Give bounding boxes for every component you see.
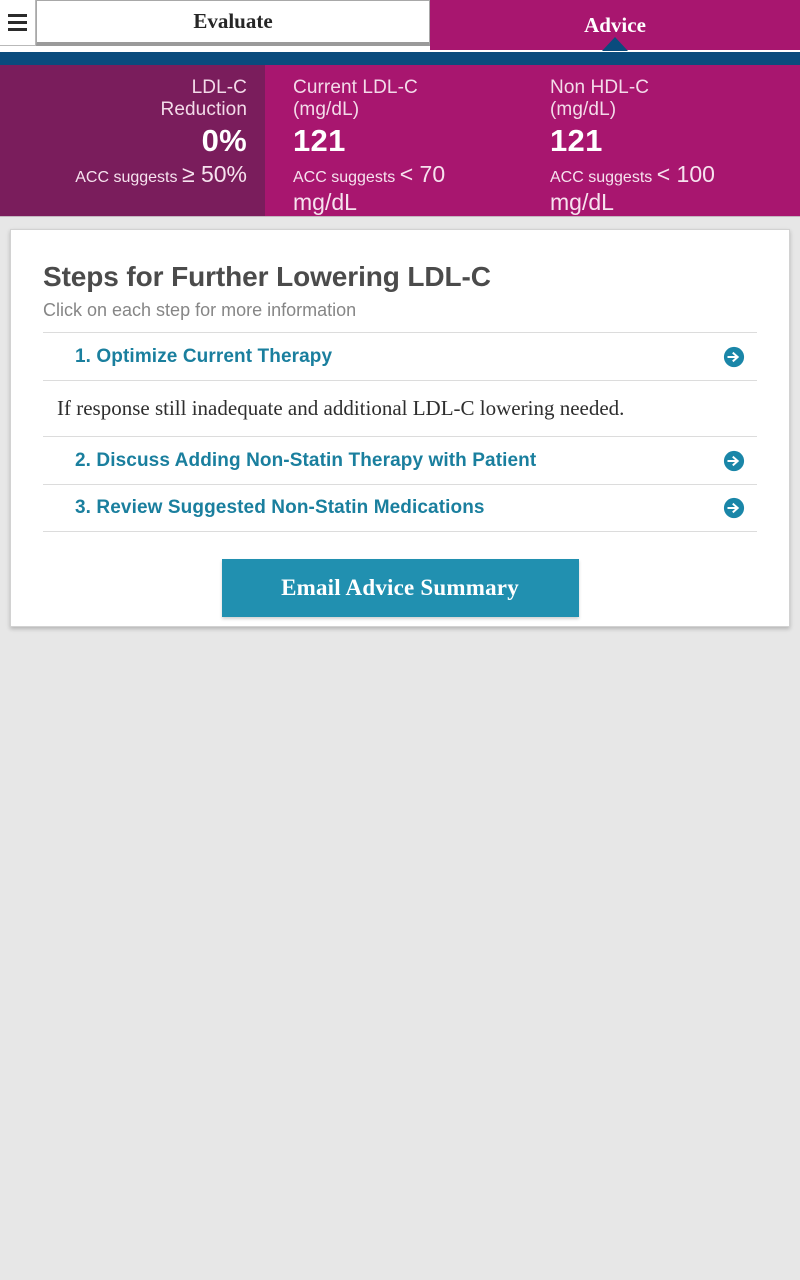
main-content: Steps for Further Lowering LDL-C Click o… xyxy=(0,217,800,627)
step-label: 3. Review Suggested Non-Statin Medicatio… xyxy=(75,497,485,518)
page-title: Steps for Further Lowering LDL-C xyxy=(43,261,491,292)
stat-recommendation-prefix: ACC suggests xyxy=(550,169,653,186)
stat-recommendation: ACC suggests < 100 mg/dL xyxy=(550,161,715,216)
stat-label-line2: (mg/dL) xyxy=(293,99,360,120)
tab-advice[interactable]: Advice xyxy=(430,0,800,51)
stat-label-line1: Non HDL-C xyxy=(550,77,650,98)
stat-recommendation-unit: mg/dL xyxy=(293,189,357,215)
step-label: 1. Optimize Current Therapy xyxy=(75,345,333,367)
step-note-text: If response still inadequate and additio… xyxy=(57,396,625,420)
page-subtitle: Click on each step for more information xyxy=(43,300,357,320)
stat-non-hdl-c: Non HDL-C (mg/dL) 121 ACC suggests < 100… xyxy=(532,65,800,216)
stat-label-line1: LDL-C xyxy=(191,77,247,98)
stat-recommendation: ACC suggests ≥ 50% xyxy=(75,162,247,190)
stats-bar: LDL-C Reduction 0% ACC suggests ≥ 50% Cu… xyxy=(0,65,800,217)
stat-recommendation-threshold: < 70 xyxy=(399,161,446,187)
arrow-circle-right-icon[interactable] xyxy=(723,450,745,472)
stat-recommendation-prefix: ACC suggests xyxy=(293,169,396,186)
stat-recommendation-unit: mg/dL xyxy=(550,189,614,215)
tab-advice-label: Advice xyxy=(584,12,646,37)
list-item-step-1[interactable]: 1. Optimize Current Therapy xyxy=(43,332,757,380)
stat-label-line2: Reduction xyxy=(160,99,247,120)
list-item-step-3[interactable]: 3. Review Suggested Non-Statin Medicatio… xyxy=(43,484,757,532)
hamburger-bar xyxy=(8,14,27,17)
hamburger-bar xyxy=(8,28,27,31)
tab-active-caret-icon xyxy=(602,37,628,51)
stat-ldl-c-reduction: LDL-C Reduction 0% ACC suggests ≥ 50% xyxy=(0,65,265,216)
arrow-circle-right-icon[interactable] xyxy=(723,346,745,368)
stat-value: 0% xyxy=(201,123,247,158)
email-button-container: Email Advice Summary xyxy=(43,532,757,617)
steps-list: 1. Optimize Current Therapy If response … xyxy=(43,332,757,532)
stat-recommendation-prefix: ACC suggests xyxy=(75,169,178,186)
tab-evaluate[interactable]: Evaluate xyxy=(36,0,430,46)
stat-label: LDL-C Reduction xyxy=(161,77,247,121)
tab-evaluate-label: Evaluate xyxy=(193,9,273,33)
stat-current-ldl-c: Current LDL-C (mg/dL) 121 ACC suggests <… xyxy=(265,65,532,216)
arrow-circle-right-icon[interactable] xyxy=(723,497,745,519)
hamburger-bar xyxy=(8,21,27,24)
nav-strip xyxy=(0,52,800,65)
stat-label-line1: Current LDL-C xyxy=(293,77,418,98)
stat-label: Current LDL-C (mg/dL) xyxy=(293,77,418,121)
tab-bar: Evaluate Advice xyxy=(0,0,800,52)
stat-label-line2: (mg/dL) xyxy=(550,99,617,120)
steps-card: Steps for Further Lowering LDL-C Click o… xyxy=(10,229,790,627)
stat-value: 121 xyxy=(550,123,603,158)
email-advice-summary-button[interactable]: Email Advice Summary xyxy=(221,559,579,617)
stat-recommendation: ACC suggests < 70 mg/dL xyxy=(293,161,446,216)
stat-label: Non HDL-C (mg/dL) xyxy=(550,77,649,121)
stat-recommendation-threshold: ≥ 50% xyxy=(181,161,247,187)
step-label: 2. Discuss Adding Non-Statin Therapy wit… xyxy=(75,449,537,471)
list-item-step-2[interactable]: 2. Discuss Adding Non-Statin Therapy wit… xyxy=(43,436,757,484)
hamburger-menu-icon[interactable] xyxy=(0,0,36,46)
stat-value: 121 xyxy=(293,123,346,158)
step-note: If response still inadequate and additio… xyxy=(43,380,757,436)
stat-recommendation-threshold: < 100 xyxy=(656,161,715,187)
